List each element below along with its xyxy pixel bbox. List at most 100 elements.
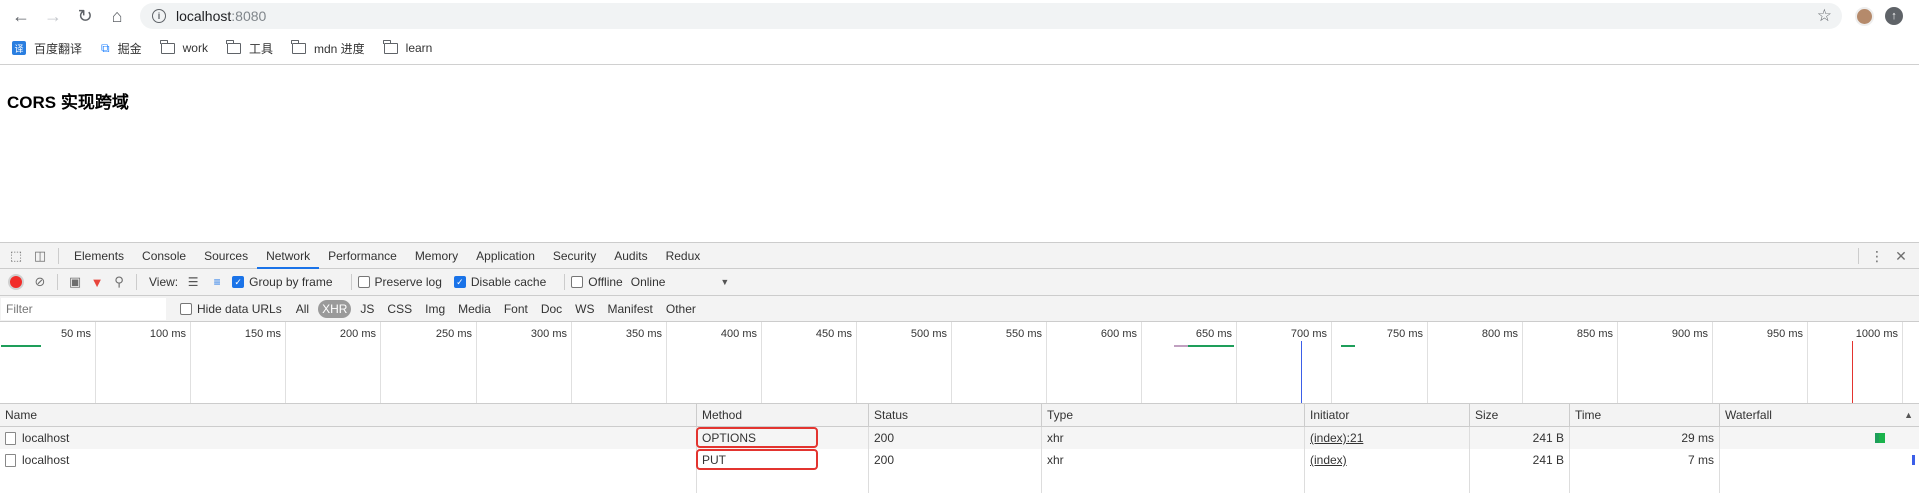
type-filter-js[interactable]: JS <box>356 300 378 318</box>
column-type[interactable]: Type <box>1042 404 1305 426</box>
dropdown-arrow-icon: ▼ <box>720 277 730 287</box>
home-icon[interactable]: ⌂ <box>104 3 130 29</box>
filter-input[interactable] <box>1 297 166 320</box>
avatar[interactable] <box>1855 7 1874 26</box>
clear-icon[interactable]: ⊘ <box>29 271 51 293</box>
throttling-select[interactable]: Online ▼ <box>631 275 730 289</box>
type-filter-font[interactable]: Font <box>500 300 532 318</box>
timeline-tick-label: 1000 ms <box>1855 328 1898 340</box>
back-arrow-icon[interactable]: ← <box>8 3 34 29</box>
column-initiator[interactable]: Initiator <box>1305 404 1470 426</box>
timeline-tick-label: 950 ms <box>1766 328 1803 340</box>
checkbox-icon <box>180 302 192 315</box>
filter-icon[interactable]: ▼ <box>86 271 108 293</box>
devtools-panel: ⬚ ◫ Elements Console Sources Network Per… <box>0 242 1919 493</box>
waterfall-bar <box>1912 455 1915 465</box>
column-size[interactable]: Size <box>1470 404 1570 426</box>
tab-network[interactable]: Network <box>257 243 320 269</box>
bookmark-juejin[interactable]: ⧉ 掘金 <box>101 40 142 57</box>
timeline-gridline <box>1046 322 1047 403</box>
info-icon[interactable]: i <box>152 9 166 23</box>
offline-checkbox[interactable]: Offline <box>571 275 623 289</box>
reload-icon[interactable]: ↻ <box>72 3 98 29</box>
bookmark-work[interactable]: work <box>160 39 208 55</box>
type-filter-manifest[interactable]: Manifest <box>604 300 657 318</box>
capture-screenshots-icon[interactable]: ▣ <box>64 271 86 293</box>
inspect-element-icon[interactable]: ⬚ <box>4 244 28 268</box>
device-toolbar-icon[interactable]: ◫ <box>28 244 52 268</box>
table-row[interactable]: localhost OPTIONS 200 xhr (index):21 241… <box>0 427 1919 449</box>
timeline-gridline <box>1522 322 1523 403</box>
bookmark-baidu-translate[interactable]: 译 百度翻译 <box>12 40 82 57</box>
divider <box>58 247 59 264</box>
extension-icon[interactable]: ↑ <box>1885 7 1903 25</box>
type-filter-ws[interactable]: WS <box>571 300 598 318</box>
divider <box>1858 248 1859 264</box>
initiator-link[interactable]: (index) <box>1310 453 1347 467</box>
type-filter-other[interactable]: Other <box>662 300 700 318</box>
chrome-divider <box>0 64 1919 65</box>
tab-memory[interactable]: Memory <box>406 243 467 269</box>
timeline-tick-label: 250 ms <box>435 328 472 340</box>
tab-sources[interactable]: Sources <box>195 243 257 269</box>
timeline-gridline <box>1807 322 1808 403</box>
bookmark-tools[interactable]: 工具 <box>226 39 273 57</box>
hide-data-urls-checkbox[interactable]: Hide data URLs <box>180 302 282 316</box>
record-icon[interactable] <box>8 274 24 290</box>
tab-elements[interactable]: Elements <box>65 243 133 269</box>
tab-audits[interactable]: Audits <box>605 243 656 269</box>
timeline-gridline <box>95 322 96 403</box>
page-title: CORS 实现跨域 <box>7 93 129 112</box>
bookmark-mdn[interactable]: mdn 进度 <box>291 39 365 57</box>
timeline-tick-label: 500 ms <box>910 328 947 340</box>
overview-icon[interactable]: ≡ <box>208 273 226 291</box>
timeline-tick-label: 400 ms <box>720 328 757 340</box>
timeline-gridline <box>1331 322 1332 403</box>
close-icon[interactable]: ✕ <box>1889 244 1913 268</box>
type-filter-media[interactable]: Media <box>454 300 495 318</box>
timeline-tick-label: 700 ms <box>1290 328 1327 340</box>
column-method[interactable]: Method <box>697 404 869 426</box>
initiator-link[interactable]: (index):21 <box>1310 431 1363 445</box>
tab-performance[interactable]: Performance <box>319 243 406 269</box>
bookmark-learn[interactable]: learn <box>383 39 432 55</box>
juejin-icon: ⧉ <box>101 40 110 55</box>
column-waterfall[interactable]: Waterfall ▲ <box>1720 404 1919 426</box>
tab-application[interactable]: Application <box>467 243 544 269</box>
type-filter-all[interactable]: All <box>292 300 313 318</box>
group-by-frame-checkbox[interactable]: ✓ Group by frame <box>232 275 333 289</box>
disable-cache-checkbox[interactable]: ✓ Disable cache <box>453 275 546 289</box>
column-time[interactable]: Time <box>1570 404 1720 426</box>
type-filter-css[interactable]: CSS <box>383 300 416 318</box>
tab-console[interactable]: Console <box>133 243 195 269</box>
type-filter-xhr[interactable]: XHR <box>318 299 352 318</box>
tab-security[interactable]: Security <box>544 243 605 269</box>
checkbox-checked-icon: ✓ <box>232 276 245 288</box>
table-row[interactable]: localhost PUT 200 xhr (index) 241 B 7 ms <box>0 449 1919 471</box>
timeline-tick-label: 350 ms <box>625 328 662 340</box>
search-icon[interactable]: ⚲ <box>108 271 130 293</box>
star-icon[interactable]: ☆ <box>1817 6 1832 26</box>
timeline-tick-label: 150 ms <box>244 328 281 340</box>
network-overview-timeline[interactable]: 50 ms 100 ms 150 ms 200 ms 250 ms 300 ms 350 m… <box>0 322 1919 404</box>
timeline-gridline <box>380 322 381 403</box>
divider <box>350 274 352 290</box>
method-highlight-box <box>696 427 818 448</box>
column-status[interactable]: Status <box>869 404 1042 426</box>
more-options-icon[interactable]: ⋮ <box>1865 244 1889 268</box>
timeline-gridline <box>761 322 762 403</box>
folder-icon <box>291 39 306 54</box>
column-name[interactable]: Name <box>0 404 697 426</box>
preserve-log-checkbox[interactable]: Preserve log <box>357 275 442 289</box>
tab-redux[interactable]: Redux <box>657 243 710 269</box>
timeline-tick-label: 300 ms <box>530 328 567 340</box>
address-bar[interactable]: i localhost:8080 ☆ <box>140 3 1842 29</box>
type-filter-img[interactable]: Img <box>421 300 449 318</box>
document-icon <box>5 431 16 445</box>
forward-arrow-icon[interactable]: → <box>40 3 66 29</box>
waterfall-bar <box>1879 433 1885 443</box>
folder-icon <box>160 39 175 54</box>
request-name: localhost <box>22 453 70 467</box>
type-filter-doc[interactable]: Doc <box>537 300 566 318</box>
large-rows-icon[interactable]: ☰ <box>184 273 202 291</box>
